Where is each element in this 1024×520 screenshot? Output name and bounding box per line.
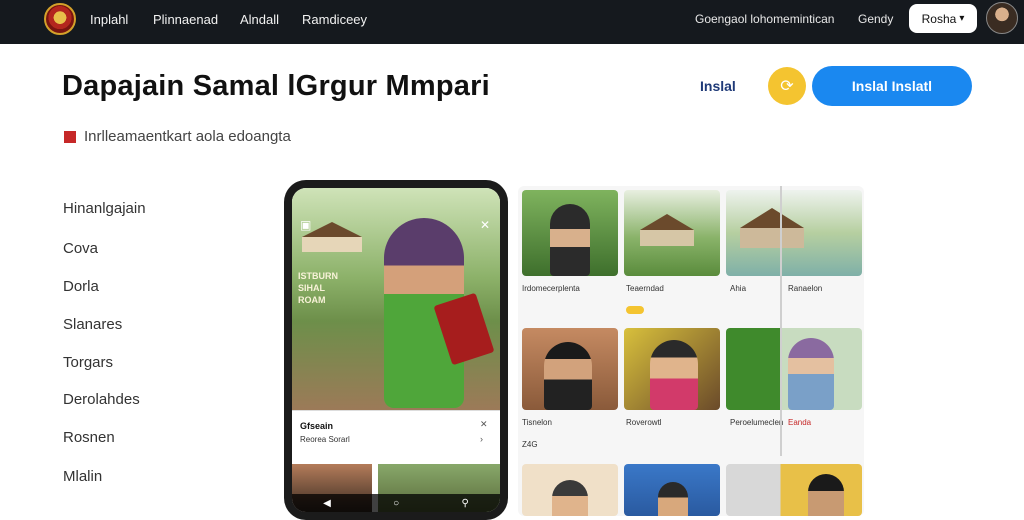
hero-caption-line: ISTBURN — [298, 271, 338, 281]
sidebar-item[interactable]: Hinanlgajain — [63, 200, 146, 217]
person-image — [552, 480, 588, 516]
tile-caption: Ahia — [730, 284, 747, 293]
person-image — [544, 342, 592, 410]
nav-item-2[interactable]: Plinnaenad — [153, 12, 218, 27]
card-subtitle: Reorea Sorarl — [300, 435, 350, 444]
nav-dropdown-label: Rosha — [921, 11, 957, 26]
nav-item-4[interactable]: Ramdiceey — [302, 12, 367, 27]
crop-icon[interactable]: ▣ — [300, 218, 311, 232]
nav-dropdown-button[interactable]: Rosha ▾ — [909, 4, 977, 33]
grid-tile[interactable] — [522, 190, 618, 276]
person-image — [550, 204, 590, 276]
house-image — [740, 208, 804, 248]
tile-caption: Tisnelon — [522, 418, 552, 427]
nav-right-link-2[interactable]: Gendy — [858, 12, 893, 26]
sidebar-item[interactable]: Torgars — [63, 354, 113, 371]
install-button[interactable]: Inslal Inslatl — [812, 66, 972, 106]
tile-caption: Ranaelon — [788, 284, 823, 293]
nav-right-link[interactable]: Goengaol lohomemintican — [695, 12, 834, 26]
page-title: Dapajain Samal lGrgur Mmpari — [62, 70, 490, 102]
emblem-logo[interactable] — [44, 3, 76, 35]
top-navigation-bar: Inplahl Plinnaenad Alndall Ramdiceey Goe… — [0, 0, 1024, 44]
hero-caption: ISTBURN SIHAL ROAM — [298, 270, 338, 306]
tile-badge-text: Z4G — [522, 440, 538, 449]
sidebar-item[interactable]: Mlalin — [63, 468, 102, 485]
sidebar-item[interactable]: Slanares — [63, 316, 122, 333]
arrow-right-icon[interactable]: › — [480, 434, 483, 444]
divider — [780, 186, 782, 456]
media-grid: Irdomecerplenta Teaerndad Ahia Ranaelon … — [518, 186, 864, 516]
grid-tile[interactable] — [624, 190, 720, 276]
close-icon[interactable]: ✕ — [480, 218, 490, 232]
tile-caption: Teaerndad — [626, 284, 664, 293]
home-icon[interactable]: ○ — [393, 498, 399, 509]
grid-tile[interactable] — [726, 464, 862, 516]
status-badge — [626, 306, 644, 314]
nav-item-1[interactable]: Inplahl — [90, 12, 128, 27]
tile-caption: Roverowtl — [626, 418, 662, 427]
install-link[interactable]: Inslal — [700, 78, 736, 94]
grid-tile[interactable] — [624, 328, 720, 410]
person-image — [650, 340, 698, 410]
house-image — [640, 214, 694, 246]
hero-image: ▣ ✕ ISTBURN SIHAL ROAM — [292, 188, 500, 410]
back-icon[interactable]: ◀ — [323, 498, 331, 509]
link-icon: ⟳ — [780, 78, 794, 95]
close-icon[interactable]: ✕ — [480, 419, 488, 430]
search-icon[interactable]: ⚲ — [461, 498, 468, 509]
tile-caption: Eanda — [788, 418, 812, 427]
phone-mockup: ▣ ✕ ISTBURN SIHAL ROAM Gfseain Reorea So… — [284, 180, 508, 520]
yellow-round-button[interactable]: ⟳ — [768, 67, 806, 105]
tile-caption: Peroelumeclen — [730, 418, 784, 427]
person-image — [788, 338, 834, 410]
phone-nav-bar: ◀ ○ ⚲ — [292, 494, 500, 512]
grid-tile[interactable] — [726, 328, 862, 410]
avatar[interactable] — [986, 2, 1018, 34]
person-image — [658, 482, 688, 516]
grid-tile[interactable] — [624, 464, 720, 516]
grid-tile[interactable] — [522, 328, 618, 410]
sidebar-item[interactable]: Dorla — [63, 278, 99, 295]
nav-item-3[interactable]: Alndall — [240, 12, 279, 27]
phone-info-card[interactable]: Gfseain Reorea Sorarl ✕ › — [292, 410, 500, 460]
phone-screen: ▣ ✕ ISTBURN SIHAL ROAM Gfseain Reorea So… — [292, 188, 500, 512]
grid-tile[interactable] — [522, 464, 618, 516]
sidebar-item[interactable]: Rosnen — [63, 429, 115, 446]
hero-caption-line: ROAM — [298, 295, 326, 305]
person-image — [808, 474, 844, 516]
subtitle-row: Inrlleamaentkart aola edoangta — [64, 128, 291, 145]
sidebar-item[interactable]: Derolahdes — [63, 391, 140, 408]
grid-tile[interactable] — [726, 190, 862, 276]
sidebar-item[interactable]: Cova — [63, 240, 98, 257]
red-square-icon — [64, 130, 76, 143]
page-subtitle: Inrlleamaentkart aola edoangta — [84, 128, 291, 145]
hero-caption-line: SIHAL — [298, 283, 325, 293]
chevron-down-icon: ▾ — [959, 13, 965, 24]
tile-caption: Irdomecerplenta — [522, 284, 580, 293]
card-title: Gfseain — [300, 421, 334, 431]
